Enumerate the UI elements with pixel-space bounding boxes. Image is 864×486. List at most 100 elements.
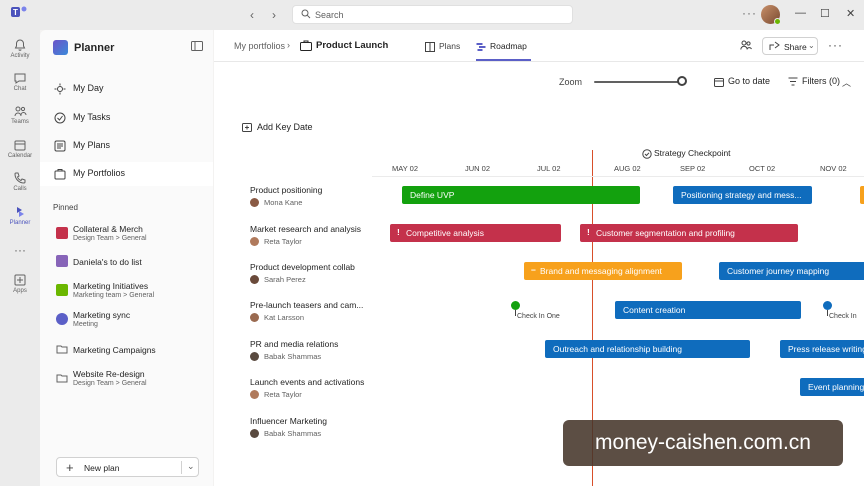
roadmap-bar[interactable]: Press release writing: [780, 340, 864, 358]
zoom-label: Zoom: [559, 77, 583, 87]
user-avatar[interactable]: [761, 5, 781, 25]
bar-label: Press release writing: [788, 344, 864, 354]
roadmap-bar[interactable]: ! Customer segmentation and profiling: [580, 224, 798, 242]
portfolio-icon: [300, 40, 312, 51]
plan-marketing-sync[interactable]: Marketing sync Meeting: [40, 307, 213, 333]
rail-planner[interactable]: Planner: [0, 205, 40, 226]
apps-icon: [14, 274, 26, 286]
chevron-down-icon[interactable]: ⌄: [187, 461, 195, 472]
more-options-icon[interactable]: ···: [742, 6, 757, 20]
add-key-date-button[interactable]: Add Key Date: [242, 122, 313, 133]
chevron-up-icon[interactable]: ︿: [842, 76, 851, 89]
nav-my-tasks[interactable]: My Tasks: [40, 106, 213, 130]
rail-teams[interactable]: Teams: [0, 104, 40, 125]
checkin-label: Check In One: [517, 313, 560, 320]
minimize-icon[interactable]: —: [795, 7, 806, 19]
roadmap-bar[interactable]: Event planning: [800, 378, 864, 396]
roadmap-bar[interactable]: Customer journey mapping: [719, 262, 864, 280]
avatar: [250, 198, 259, 207]
zoom-slider-thumb[interactable]: [677, 76, 687, 86]
tab-roadmap[interactable]: Roadmap: [476, 41, 527, 52]
rail-more[interactable]: ···: [0, 243, 40, 257]
month-label: MAY 02: [392, 164, 418, 173]
plan-title: Collateral & Merch: [73, 224, 143, 234]
calendar-icon: [14, 140, 26, 151]
nav-my-day[interactable]: My Day: [40, 77, 213, 101]
plan-subtitle: Marketing team > General: [73, 292, 155, 299]
roadmap-bar[interactable]: Outreach and relationship building: [545, 340, 750, 358]
plan-marketing-campaigns[interactable]: Marketing Campaigns: [40, 337, 213, 363]
back-arrow-icon[interactable]: ‹: [250, 8, 254, 22]
rail-calendar[interactable]: Calendar: [0, 138, 40, 159]
month-label: JUN 02: [465, 164, 491, 173]
rail-chat[interactable]: Chat: [0, 71, 40, 92]
maximize-icon[interactable]: ☐: [820, 7, 830, 20]
checkin-marker[interactable]: Check In One: [511, 301, 571, 331]
roadmap-bar[interactable]: ! Competitive analysis: [390, 224, 561, 242]
roadmap-row[interactable]: Product positioning Mona Kane: [250, 185, 380, 221]
collapse-panel-icon[interactable]: [191, 41, 203, 51]
add-key-date-label: Add Key Date: [257, 122, 313, 132]
breadcrumb-portfolios[interactable]: My portfolios: [234, 41, 285, 51]
plan-website-redesign[interactable]: Website Re-design Design Team > General: [40, 366, 213, 392]
month-label: JUL 02: [537, 164, 561, 173]
nav-my-plans[interactable]: My Plans: [40, 134, 213, 158]
milestone-label: Strategy Checkpoint: [654, 148, 731, 158]
plan-collateral-merch[interactable]: Collateral & Merch Design Team > General: [40, 221, 213, 247]
new-plan-button[interactable]: + New plan ⌄: [56, 457, 199, 477]
roadmap-row[interactable]: PR and media relations Babak Shammas: [250, 339, 380, 375]
row-owner: Babak Shammas: [264, 352, 322, 361]
project-header: My portfolios › Product Launch Plans Roa…: [214, 30, 864, 62]
rail-activity[interactable]: Activity: [0, 38, 40, 59]
more-options-icon[interactable]: ···: [828, 38, 843, 52]
avatar: [250, 390, 259, 399]
month-label: AUG 02: [614, 164, 641, 173]
rail-apps-label: Apps: [13, 288, 27, 294]
phone-icon: [14, 172, 26, 184]
roadmap-row[interactable]: Product development collab Sarah Perez: [250, 262, 380, 298]
close-icon[interactable]: ✕: [846, 7, 855, 20]
filter-icon: [788, 77, 798, 86]
rail-calls[interactable]: Calls: [0, 171, 40, 192]
rail-apps[interactable]: Apps: [0, 273, 40, 294]
svg-text:T: T: [13, 8, 18, 17]
share-button[interactable]: Share ⌄: [762, 37, 818, 55]
search-box[interactable]: Search: [292, 5, 573, 24]
roadmap-bar[interactable]: Define UVP: [402, 186, 640, 204]
roadmap-row[interactable]: Market research and analysis Reta Taylor: [250, 224, 380, 260]
folder-icon: [56, 345, 68, 354]
planner-icon: [17, 207, 24, 217]
roadmap-bar[interactable]: [860, 186, 864, 204]
plan-daniela-todo[interactable]: Daniela's to do list: [40, 249, 213, 275]
main-content: My portfolios › Product Launch Plans Roa…: [214, 30, 864, 486]
bell-icon: [14, 39, 26, 51]
tab-plans[interactable]: Plans: [425, 41, 460, 52]
roadmap-bar[interactable]: Positioning strategy and mess...: [673, 186, 812, 204]
rail-activity-label: Activity: [10, 53, 30, 59]
row-owner: Kat Larsson: [264, 313, 305, 322]
nav-my-tasks-label: My Tasks: [73, 112, 111, 122]
priority-flag-icon: !: [587, 227, 590, 237]
plan-marketing-initiatives[interactable]: Marketing Initiatives Marketing team > G…: [40, 278, 213, 304]
planner-logo-icon: [53, 40, 68, 55]
checkin-marker[interactable]: Check In: [823, 301, 864, 331]
month-label: NOV 02: [820, 164, 847, 173]
roadmap-row[interactable]: Pre-launch teasers and cam... Kat Larsso…: [250, 300, 380, 336]
milestone-marker[interactable]: Strategy Checkpoint: [642, 148, 731, 159]
roadmap-bar[interactable]: − Brand and messaging alignment: [524, 262, 682, 280]
go-to-date-button[interactable]: Go to date: [714, 76, 770, 87]
roadmap-row[interactable]: Launch events and activations Reta Taylo…: [250, 377, 380, 413]
roadmap-bar[interactable]: Content creation: [615, 301, 801, 319]
people-icon[interactable]: [740, 39, 752, 51]
filters-button[interactable]: Filters (0): [788, 76, 840, 86]
nav-my-portfolios[interactable]: My Portfolios: [40, 162, 213, 186]
title-bar: ‹ › Search ··· — ☐ ✕: [40, 0, 864, 30]
bar-label: Customer journey mapping: [727, 266, 830, 276]
chevron-right-icon: ›: [287, 40, 290, 50]
zoom-slider-track[interactable]: [594, 81, 682, 83]
roadmap-row[interactable]: Influencer Marketing Babak Shammas: [250, 416, 380, 452]
new-plan-label: New plan: [84, 463, 120, 473]
forward-arrow-icon[interactable]: ›: [272, 8, 276, 22]
plan-title: Daniela's to do list: [73, 257, 142, 267]
portfolio-icon: [54, 169, 66, 180]
